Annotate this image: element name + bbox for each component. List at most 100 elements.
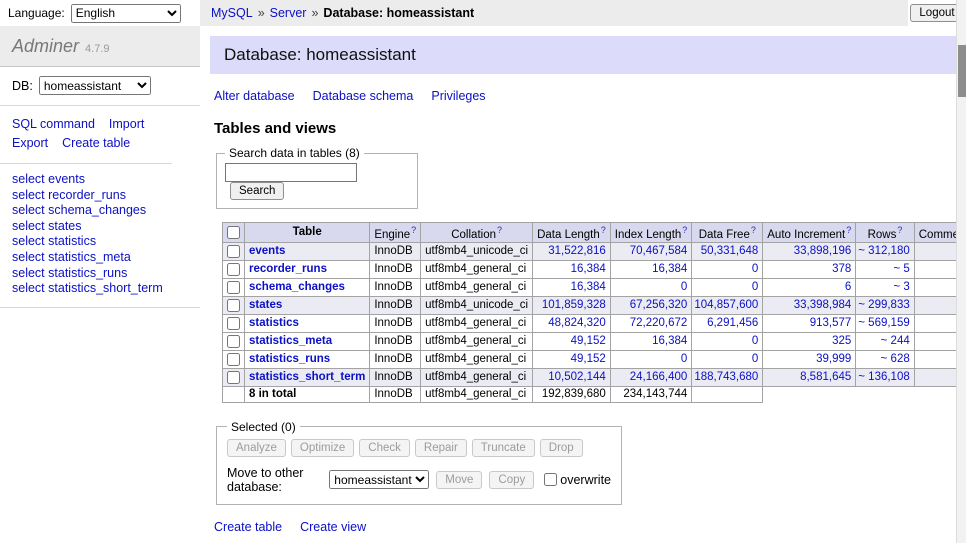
- data-free-link[interactable]: 188,743,680: [694, 371, 758, 383]
- row-checkbox[interactable]: [227, 353, 240, 366]
- row-checkbox[interactable]: [227, 263, 240, 276]
- repair-button[interactable]: Repair: [415, 439, 467, 457]
- data-length-link[interactable]: 49,152: [571, 335, 606, 347]
- auto-increment-link[interactable]: 33,898,196: [794, 245, 852, 257]
- index-length-link[interactable]: 70,467,584: [630, 245, 688, 257]
- create-table-link[interactable]: Create table: [214, 520, 282, 534]
- sidebar-link-export[interactable]: Export: [12, 134, 48, 153]
- row-checkbox[interactable]: [227, 371, 240, 384]
- move-button[interactable]: Move: [436, 471, 482, 489]
- sidebar-table-link[interactable]: statistics: [48, 234, 96, 248]
- sidebar-table-link[interactable]: statistics_short_term: [48, 281, 163, 295]
- table-structure-link[interactable]: statistics: [249, 317, 299, 329]
- data-length-link[interactable]: 49,152: [571, 353, 606, 365]
- data-free-link[interactable]: 6,291,456: [707, 317, 758, 329]
- table-structure-link[interactable]: statistics_short_term: [249, 371, 365, 383]
- index-length-link[interactable]: 67,256,320: [630, 299, 688, 311]
- db-select[interactable]: homeassistant: [39, 76, 151, 95]
- table-structure-link[interactable]: statistics_meta: [249, 335, 332, 347]
- table-structure-link[interactable]: states: [249, 299, 282, 311]
- privileges-link[interactable]: Privileges: [431, 89, 485, 103]
- rows-count-link[interactable]: ~ 136,108: [858, 371, 909, 383]
- database-schema-link[interactable]: Database schema: [313, 89, 414, 103]
- auto-increment-link[interactable]: 6: [845, 281, 851, 293]
- breadcrumb-mysql-link[interactable]: MySQL: [211, 6, 253, 20]
- auto-increment-link[interactable]: 378: [832, 263, 851, 275]
- data-length-link[interactable]: 10,502,144: [548, 371, 606, 383]
- check-button[interactable]: Check: [359, 439, 410, 457]
- column-help-link[interactable]: ?: [897, 225, 902, 235]
- breadcrumb-server-link[interactable]: Server: [270, 6, 307, 20]
- rows-count-link[interactable]: ~ 299,833: [858, 299, 909, 311]
- sidebar-table-link[interactable]: schema_changes: [48, 203, 146, 217]
- vertical-scrollbar[interactable]: [956, 0, 966, 543]
- truncate-button[interactable]: Truncate: [472, 439, 535, 457]
- row-checkbox[interactable]: [227, 317, 240, 330]
- auto-increment-link[interactable]: 33,398,984: [794, 299, 852, 311]
- data-free-link[interactable]: 104,857,600: [694, 299, 758, 311]
- row-checkbox[interactable]: [227, 299, 240, 312]
- row-checkbox[interactable]: [227, 335, 240, 348]
- data-free-link[interactable]: 0: [752, 263, 758, 275]
- data-length-link[interactable]: 31,522,816: [548, 245, 606, 257]
- auto-increment-link[interactable]: 913,577: [810, 317, 852, 329]
- index-length-link[interactable]: 16,384: [652, 335, 687, 347]
- data-length-link[interactable]: 48,824,320: [548, 317, 606, 329]
- select-data-link[interactable]: select: [12, 188, 45, 202]
- select-data-link[interactable]: select: [12, 203, 45, 217]
- analyze-button[interactable]: Analyze: [227, 439, 286, 457]
- create-view-link[interactable]: Create view: [300, 520, 366, 534]
- select-data-link[interactable]: select: [12, 281, 45, 295]
- select-data-link[interactable]: select: [12, 219, 45, 233]
- sidebar-table-link[interactable]: events: [48, 172, 85, 186]
- column-help-link[interactable]: ?: [497, 225, 502, 235]
- move-database-select[interactable]: homeassistant: [329, 470, 429, 489]
- column-help-link[interactable]: ?: [751, 225, 756, 235]
- data-free-link[interactable]: 50,331,648: [701, 245, 759, 257]
- select-data-link[interactable]: select: [12, 266, 45, 280]
- sidebar-link-create-table[interactable]: Create table: [62, 134, 130, 153]
- data-length-link[interactable]: 101,859,328: [542, 299, 606, 311]
- auto-increment-link[interactable]: 325: [832, 335, 851, 347]
- overwrite-checkbox[interactable]: [544, 473, 557, 486]
- search-input[interactable]: [225, 163, 357, 182]
- sidebar-link-import[interactable]: Import: [109, 115, 144, 134]
- column-help-link[interactable]: ?: [846, 225, 851, 235]
- rows-count-link[interactable]: ~ 569,159: [858, 317, 909, 329]
- rows-count-link[interactable]: ~ 3: [893, 281, 909, 293]
- select-data-link[interactable]: select: [12, 250, 45, 264]
- data-length-link[interactable]: 16,384: [571, 281, 606, 293]
- search-button[interactable]: Search: [230, 182, 284, 200]
- optimize-button[interactable]: Optimize: [291, 439, 354, 457]
- scrollbar-thumb[interactable]: [958, 45, 966, 97]
- rows-count-link[interactable]: ~ 244: [881, 335, 910, 347]
- auto-increment-link[interactable]: 39,999: [816, 353, 851, 365]
- index-length-link[interactable]: 16,384: [652, 263, 687, 275]
- alter-database-link[interactable]: Alter database: [214, 89, 295, 103]
- rows-count-link[interactable]: ~ 312,180: [858, 245, 909, 257]
- rows-count-link[interactable]: ~ 628: [881, 353, 910, 365]
- sidebar-table-link[interactable]: recorder_runs: [48, 188, 126, 202]
- column-help-link[interactable]: ?: [411, 225, 416, 235]
- column-help-link[interactable]: ?: [601, 225, 606, 235]
- row-checkbox[interactable]: [227, 245, 240, 258]
- data-free-link[interactable]: 0: [752, 281, 758, 293]
- data-free-link[interactable]: 0: [752, 353, 758, 365]
- language-select[interactable]: English: [71, 4, 181, 23]
- column-help-link[interactable]: ?: [682, 225, 687, 235]
- index-length-link[interactable]: 24,166,400: [630, 371, 688, 383]
- sidebar-table-link[interactable]: states: [48, 219, 81, 233]
- index-length-link[interactable]: 72,220,672: [630, 317, 688, 329]
- data-free-link[interactable]: 0: [752, 335, 758, 347]
- table-structure-link[interactable]: events: [249, 245, 285, 257]
- data-length-link[interactable]: 16,384: [571, 263, 606, 275]
- copy-button[interactable]: Copy: [489, 471, 534, 489]
- table-structure-link[interactable]: statistics_runs: [249, 353, 330, 365]
- rows-count-link[interactable]: ~ 5: [893, 263, 909, 275]
- select-all-checkbox[interactable]: [227, 226, 240, 239]
- select-data-link[interactable]: select: [12, 172, 45, 186]
- index-length-link[interactable]: 0: [681, 281, 687, 293]
- sidebar-table-link[interactable]: statistics_meta: [48, 250, 131, 264]
- table-structure-link[interactable]: schema_changes: [249, 281, 345, 293]
- select-data-link[interactable]: select: [12, 234, 45, 248]
